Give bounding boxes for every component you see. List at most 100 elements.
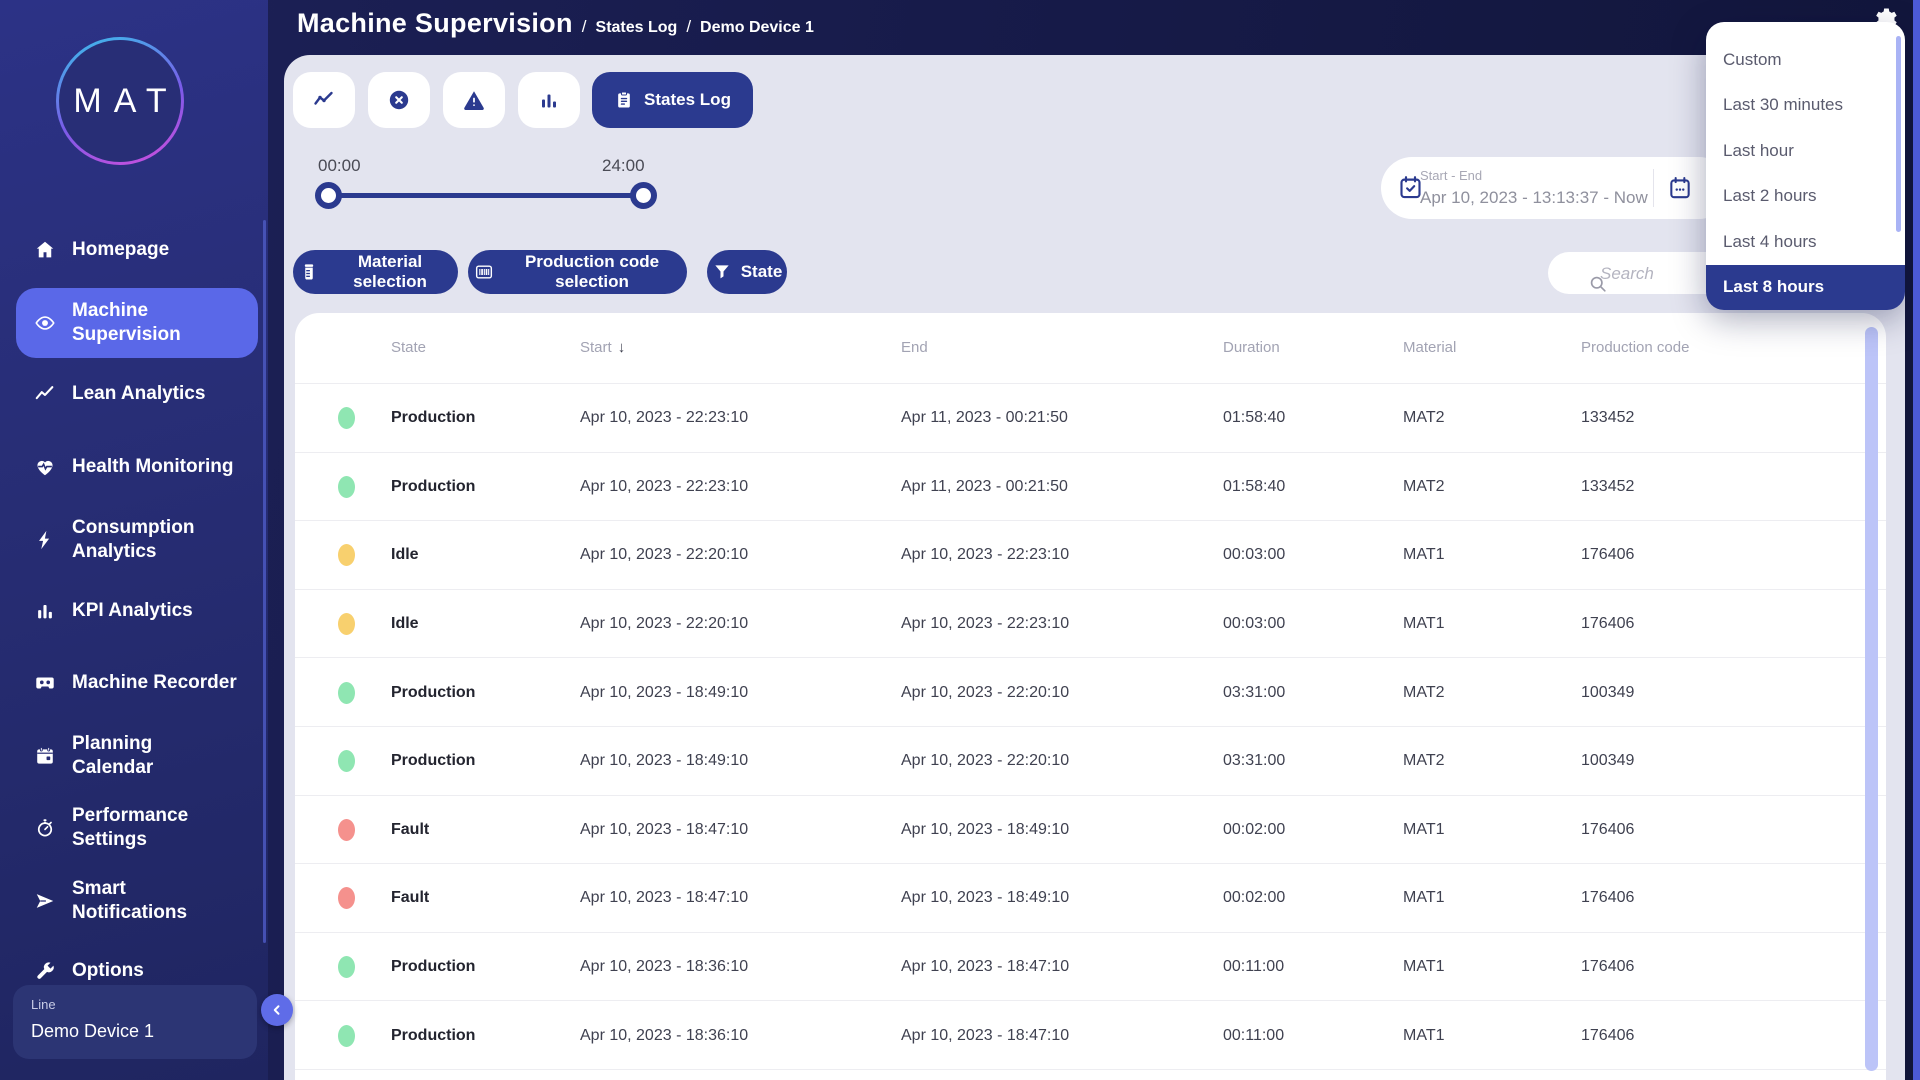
- column-header-start[interactable]: Start↓: [580, 339, 625, 356]
- sidebar-item-label: Health Monitoring: [72, 455, 233, 479]
- warning-icon: [462, 88, 486, 112]
- line-chart-icon: [312, 88, 336, 112]
- cell-duration: 01:58:40: [1223, 478, 1285, 496]
- cell-production-code: 176406: [1581, 958, 1634, 976]
- cell-state: Fault: [391, 889, 429, 907]
- sidebar-item-kpi-analytics[interactable]: KPI Analytics: [16, 583, 258, 639]
- sidebar-item-label: Performance Settings: [72, 804, 188, 852]
- cell-material: MAT2: [1403, 684, 1444, 702]
- table-row[interactable]: FaultApr 10, 2023 - 18:47:10Apr 10, 2023…: [295, 795, 1886, 865]
- cell-material: MAT2: [1403, 478, 1444, 496]
- sidebar-item-machine-supervision[interactable]: Machine Supervision: [16, 288, 258, 358]
- column-header-state[interactable]: State: [391, 339, 426, 356]
- breadcrumb-item[interactable]: States Log: [596, 19, 678, 36]
- state-dot-production: [338, 407, 355, 429]
- view-button-line-chart[interactable]: [293, 72, 355, 128]
- slider-end-label: 24:00: [602, 156, 662, 176]
- cell-material: MAT1: [1403, 958, 1444, 976]
- calendar-dots-icon[interactable]: [1667, 175, 1693, 201]
- column-header-end[interactable]: End: [901, 339, 928, 356]
- states-table: State Start↓ End Duration Material Production…: [295, 313, 1886, 1080]
- sidebar: MAT HomepageMachine SupervisionLean Anal…: [0, 0, 268, 1080]
- column-header-material[interactable]: Material: [1403, 339, 1456, 356]
- cell-duration: 00:03:00: [1223, 546, 1285, 564]
- home-icon: [34, 239, 56, 261]
- bar-chart-icon: [34, 600, 56, 622]
- sidebar-item-performance-settings[interactable]: Performance Settings: [16, 794, 258, 862]
- cell-production-code: 176406: [1581, 615, 1634, 633]
- dropdown-option-last-2-hours[interactable]: Last 2 hours: [1706, 174, 1905, 220]
- cell-state: Idle: [391, 615, 419, 633]
- sidebar-item-label: Smart Notifications: [72, 877, 187, 925]
- view-button-warning[interactable]: [443, 72, 505, 128]
- sidebar-item-planning-calendar[interactable]: Planning Calendar: [16, 722, 258, 790]
- sidebar-item-health-monitoring[interactable]: Health Monitoring: [16, 439, 258, 495]
- dropdown-option-last-hour[interactable]: Last hour: [1706, 128, 1905, 174]
- state-dot-production: [338, 682, 355, 704]
- cell-duration: 01:58:40: [1223, 409, 1285, 427]
- dropdown-scrollbar[interactable]: [1896, 36, 1901, 232]
- state-dot-production: [338, 956, 355, 978]
- breadcrumb: Machine Supervision /States Log/Demo Dev…: [297, 8, 814, 44]
- sidebar-item-machine-recorder[interactable]: Machine Recorder: [16, 655, 258, 711]
- dropdown-option-last-4-hours[interactable]: Last 4 hours: [1706, 219, 1905, 265]
- filter-material-selection[interactable]: Material selection: [293, 250, 458, 294]
- device-selector[interactable]: Line Demo Device 1: [13, 985, 257, 1059]
- column-header-duration[interactable]: Duration: [1223, 339, 1280, 356]
- chevron-left-icon: [268, 1001, 286, 1019]
- cell-material: MAT1: [1403, 615, 1444, 633]
- cell-end: Apr 11, 2023 - 00:21:50: [901, 409, 1068, 427]
- bolt-icon: [34, 529, 56, 551]
- cell-material: MAT1: [1403, 546, 1444, 564]
- sidebar-item-smart-notifications[interactable]: Smart Notifications: [16, 867, 258, 935]
- table-row[interactable]: ProductionApr 10, 2023 - 18:49:10Apr 10,…: [295, 657, 1886, 727]
- table-row[interactable]: ProductionApr 10, 2023 - 18:49:10Apr 10,…: [295, 726, 1886, 796]
- breadcrumb-item[interactable]: Demo Device 1: [700, 19, 814, 36]
- filter-label: Material selection: [328, 252, 452, 292]
- dropdown-option-last-8-hours[interactable]: Last 8 hours: [1706, 265, 1905, 311]
- cell-duration: 00:11:00: [1223, 1027, 1284, 1045]
- dropdown-option-last-30-minutes[interactable]: Last 30 minutes: [1706, 83, 1905, 129]
- cell-state: Production: [391, 752, 475, 770]
- cell-duration: 00:02:00: [1223, 821, 1285, 839]
- breadcrumb-separator: /: [582, 17, 587, 36]
- cell-end: Apr 10, 2023 - 22:20:10: [901, 684, 1069, 702]
- table-row[interactable]: ProductionApr 10, 2023 - 22:23:10Apr 11,…: [295, 383, 1886, 453]
- slider-handle-start[interactable]: [315, 182, 342, 209]
- states-log-button[interactable]: States Log: [592, 72, 753, 128]
- cell-state: Idle: [391, 546, 419, 564]
- sidebar-collapse-button[interactable]: [261, 994, 293, 1026]
- view-button-bars[interactable]: [518, 72, 580, 128]
- cell-start: Apr 10, 2023 - 22:20:10: [580, 546, 748, 564]
- view-button-x-circle[interactable]: [368, 72, 430, 128]
- filter-production-code-selection[interactable]: Production code selection: [468, 250, 687, 294]
- page-scrollbar[interactable]: [1913, 0, 1920, 1080]
- table-row[interactable]: ProductionApr 10, 2023 - 18:36:10Apr 10,…: [295, 932, 1886, 1002]
- sidebar-item-label: Consumption Analytics: [72, 516, 194, 564]
- slider-handle-end[interactable]: [630, 182, 657, 209]
- device-selector-value: Demo Device 1: [31, 1021, 154, 1042]
- sidebar-item-consumption-analytics[interactable]: Consumption Analytics: [16, 506, 258, 574]
- column-header-production-code[interactable]: Production code: [1581, 339, 1689, 356]
- time-range-slider[interactable]: [328, 193, 644, 198]
- table-row[interactable]: IdleApr 10, 2023 - 22:20:10Apr 10, 2023 …: [295, 520, 1886, 590]
- cell-production-code: 133452: [1581, 409, 1634, 427]
- cell-end: Apr 10, 2023 - 22:20:10: [901, 752, 1069, 770]
- table-row[interactable]: ProductionApr 10, 2023 - 22:23:10Apr 11,…: [295, 452, 1886, 522]
- dropdown-option-custom[interactable]: Custom: [1706, 37, 1905, 83]
- sidebar-item-label: KPI Analytics: [72, 599, 193, 623]
- table-row[interactable]: ProductionApr 10, 2023 - 18:36:10Apr 10,…: [295, 1000, 1886, 1070]
- sidebar-scrollbar[interactable]: [263, 220, 266, 943]
- sidebar-item-homepage[interactable]: Homepage: [16, 222, 258, 278]
- time-range-dropdown: CustomLast 30 minutesLast hourLast 2 hou…: [1706, 22, 1905, 307]
- cell-material: MAT1: [1403, 1027, 1444, 1045]
- date-range-picker[interactable]: Start - End Apr 10, 2023 - 13:13:37 - No…: [1381, 157, 1730, 219]
- table-row[interactable]: FaultApr 10, 2023 - 18:47:10Apr 10, 2023…: [295, 863, 1886, 933]
- state-dot-production: [338, 1025, 355, 1047]
- sidebar-item-lean-analytics[interactable]: Lean Analytics: [16, 366, 258, 422]
- table-scrollbar[interactable]: [1865, 327, 1878, 1071]
- state-dot-idle: [338, 544, 355, 566]
- state-dot-idle: [338, 613, 355, 635]
- filter-state[interactable]: State: [707, 250, 787, 294]
- table-row[interactable]: IdleApr 10, 2023 - 22:20:10Apr 10, 2023 …: [295, 589, 1886, 659]
